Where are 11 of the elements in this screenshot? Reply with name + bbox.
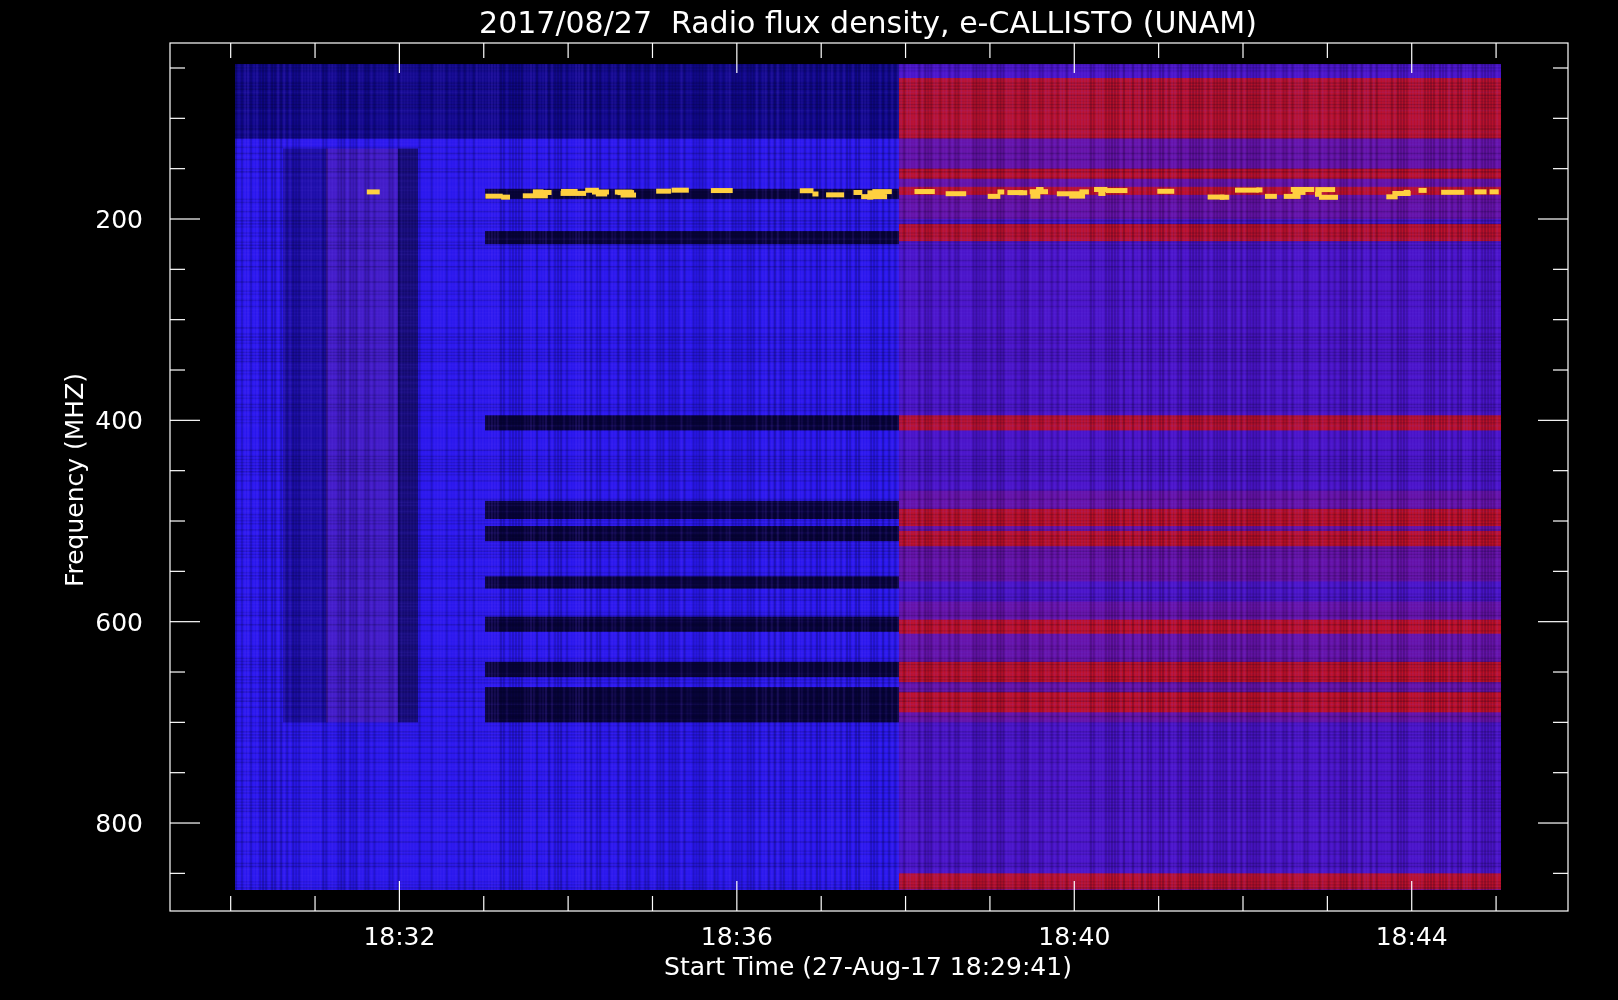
x-tick-label: 18:36 [700, 922, 773, 951]
chart-title: 2017/08/27 Radio flux density, e-CALLISTO (UNAM) [479, 5, 1257, 40]
y-tick-label: 200 [95, 205, 143, 234]
x-tick-label: 18:40 [1038, 922, 1111, 951]
y-tick-label: 400 [95, 406, 143, 436]
x-axis-label: Start Time (27-Aug-17 18:29:41) [664, 952, 1072, 981]
y-tick-label: 600 [95, 607, 143, 637]
x-tick-label: 18:32 [363, 922, 436, 951]
y-axis-label: Frequency (MHZ) [60, 372, 89, 588]
x-tick-label: 18:44 [1375, 922, 1448, 951]
y-tick-label: 800 [95, 809, 143, 838]
